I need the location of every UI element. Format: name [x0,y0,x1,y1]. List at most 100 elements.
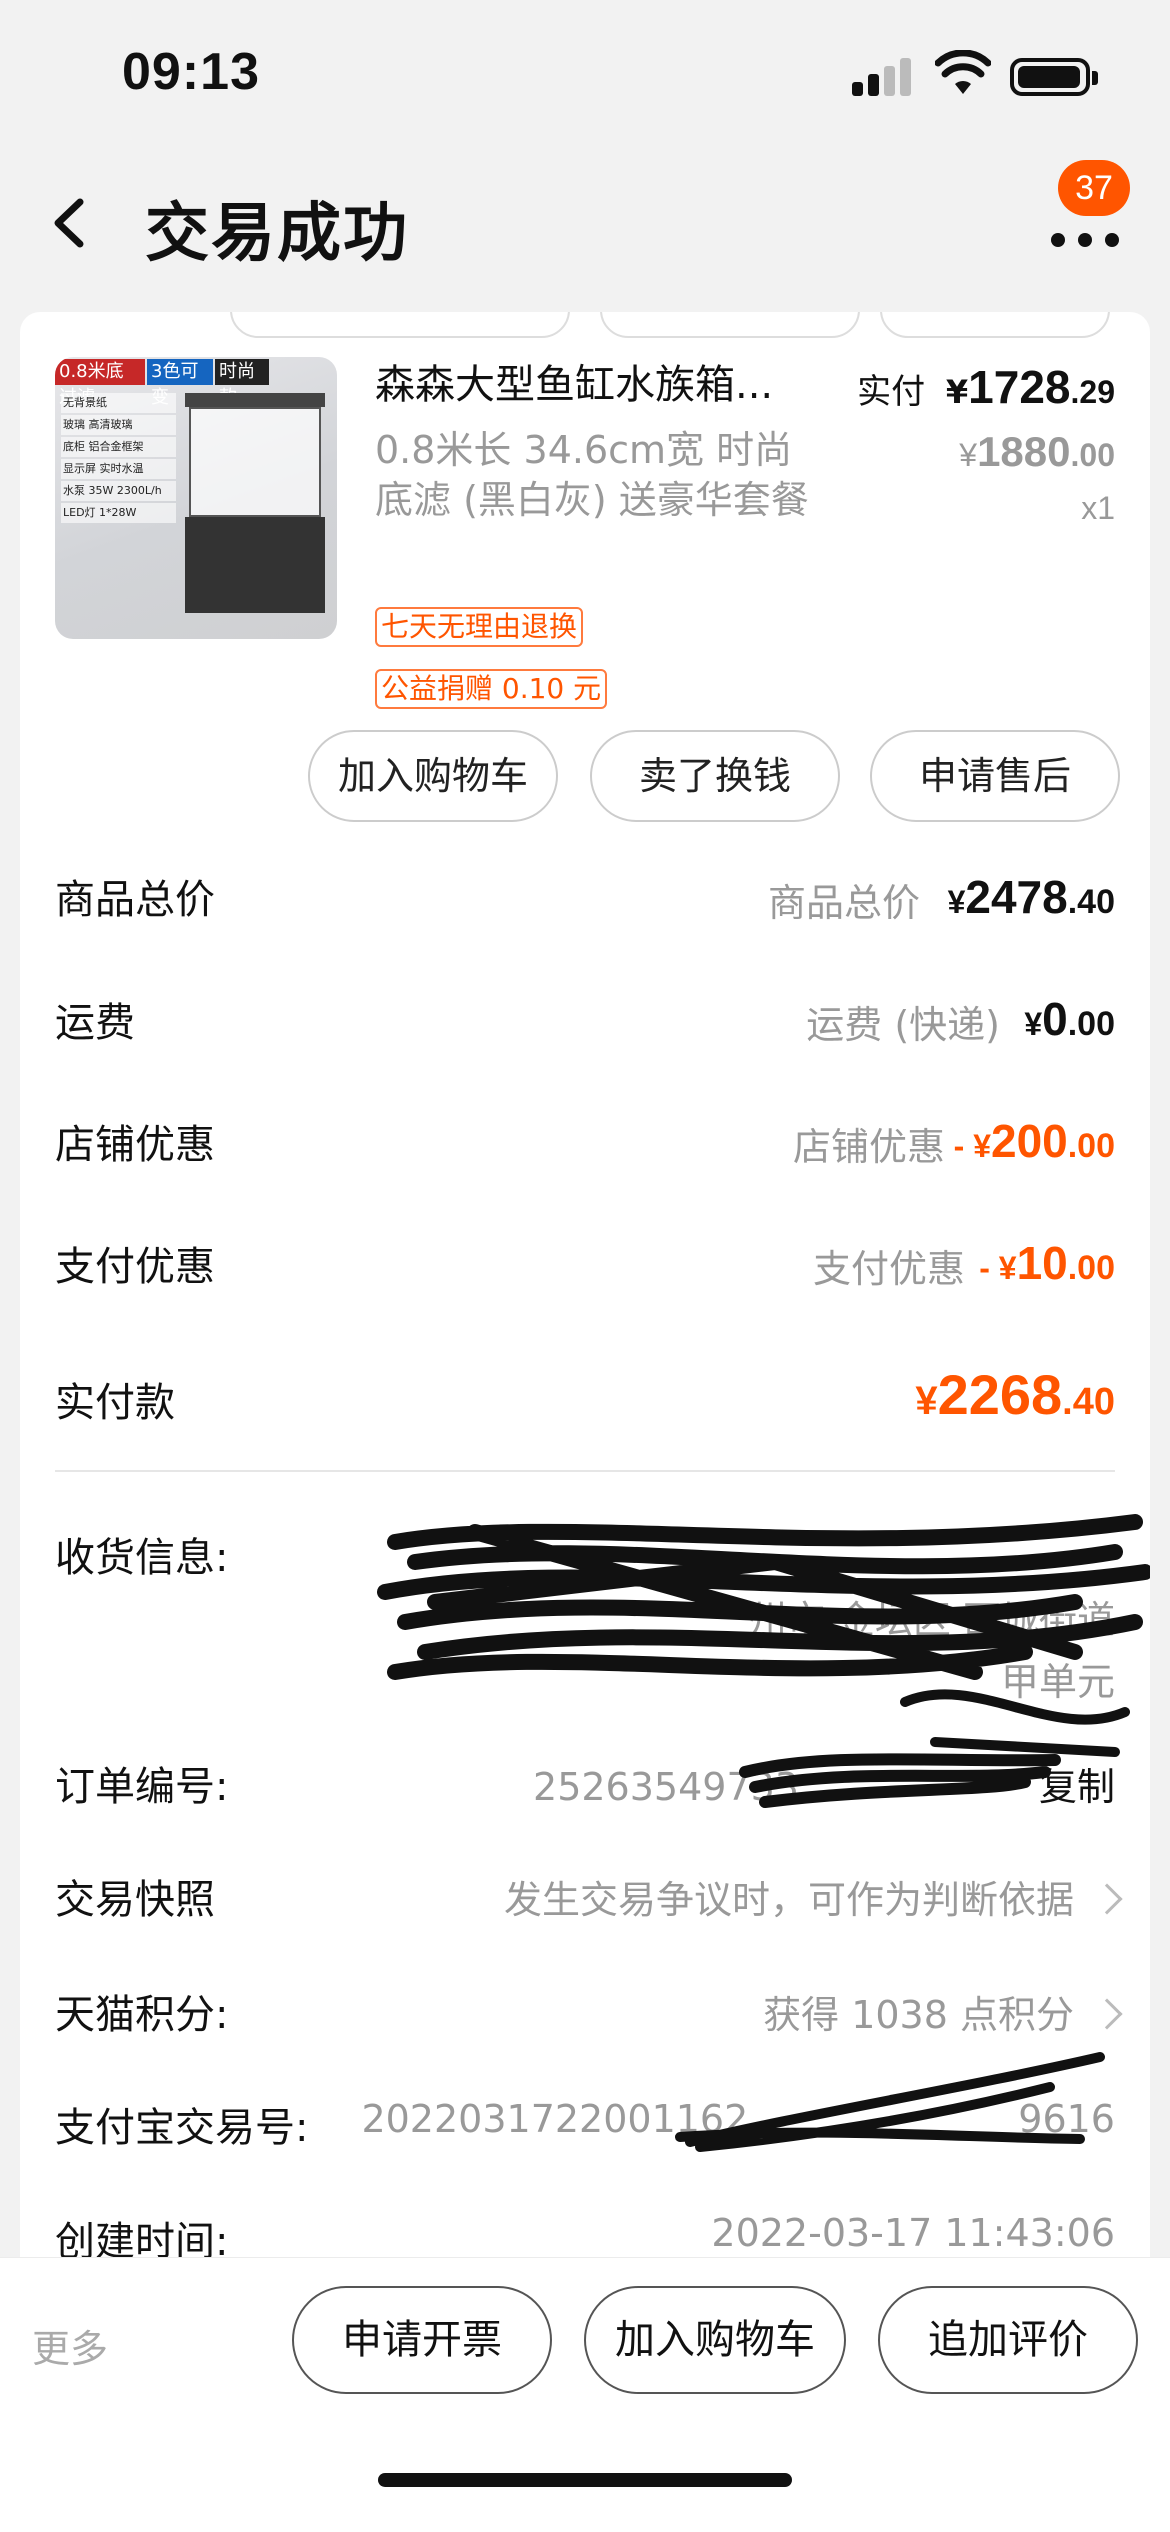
created-time-value: 2022-03-17 11:43:06 [711,2211,1115,2255]
summary-label: 店铺优惠 [55,1122,215,1168]
image-tag: 3色可变 [147,359,213,408]
paid-decimal: .29 [1070,374,1115,410]
divider [55,1470,1115,1472]
add-to-cart-bottom-button[interactable]: 加入购物车 [584,2286,846,2394]
points-text: 获得 1038 点积分 [763,1993,1074,2037]
summary-label: 运费 [55,1000,135,1046]
alipay-number-tail: 9616 [1018,2097,1115,2141]
product-spec: 0.8米长 34.6cm宽 时尚底滤 (黑白灰) 送豪华套餐 [375,428,809,522]
image-spec: 水泵 35W 2300L/h [61,481,176,501]
copy-button[interactable]: 复制 [1039,1765,1115,1809]
order-number: 25263549733 [533,1765,799,1809]
bottom-action-bar: 更多 申请开票 加入购物车 追加评价 [0,2257,1170,2532]
snapshot-text: 发生交易争议时，可作为判断依据 [503,1878,1074,1922]
after-sales-button[interactable]: 申请售后 [870,730,1120,822]
order-detail-card: 0.8米底过滤 3色可变 时尚款 无背景纸 玻璃 高清玻璃 底柜 铝合金框架 显… [20,312,1150,2257]
summary-mid: 支付优惠 [812,1247,965,1291]
snapshot-label: 交易快照 [55,1877,215,1923]
paid-integer: 1728 [968,361,1071,413]
paid-currency: ¥ [945,373,969,411]
amount-prefix: ¥ [947,884,966,920]
amount-decimal: .00 [1067,1127,1115,1165]
return-policy-tag: 七天无理由退换 [375,607,584,647]
amount-decimal: .00 [1067,1005,1115,1043]
snapshot-value[interactable]: 发生交易争议时，可作为判断依据 [504,1869,1130,1924]
points-label: 天猫积分: [55,1992,229,2038]
created-time-label: 创建时间: [55,2219,229,2257]
chevron-right-icon [1091,1997,1123,2030]
product-title[interactable]: 森森大型鱼缸水族箱... [375,357,835,413]
address-value: 州市 金坛区 西城街道 甲单元 [375,1527,1115,1713]
summary-mid: 商品总价 [767,881,920,925]
total-amount: ¥2268.40 [915,1362,1115,1427]
more-link[interactable]: 更多 [32,2318,108,2373]
summary-amount: - ¥10.00 [979,1236,1115,1290]
original-price: ¥1880.00 [959,428,1115,476]
orig-integer: 1880 [977,428,1071,475]
peek-button [600,312,860,338]
summary-label: 支付优惠 [55,1244,215,1290]
more-menu-icon[interactable] [1040,210,1130,270]
amount-integer: 2268 [937,1363,1063,1426]
amount-integer: 0 [1042,993,1068,1045]
order-number-label: 订单编号: [55,1764,229,1810]
sell-for-cash-button[interactable]: 卖了换钱 [590,730,840,822]
image-tag: 0.8米底过滤 [55,359,145,408]
image-tag: 时尚款 [215,359,269,408]
summary-amount: - ¥200.00 [954,1114,1115,1168]
address-line: 甲单元 [1000,1660,1115,1704]
summary-label: 商品总价 [55,877,215,923]
image-spec: 底柜 铝合金框架 [61,437,176,457]
image-spec: 无背景纸 [61,393,176,413]
product-image[interactable]: 0.8米底过滤 3色可变 时尚款 无背景纸 玻璃 高清玻璃 底柜 铝合金框架 显… [55,357,337,639]
orig-decimal: .00 [1070,437,1115,473]
add-review-button[interactable]: 追加评价 [878,2286,1138,2394]
back-arrow-icon[interactable] [40,188,100,258]
cellular-signal-icon [852,58,914,96]
amount-decimal: .00 [1067,1249,1115,1287]
page-title: 交易成功 [145,197,409,271]
amount-prefix: - ¥ [979,1250,1017,1286]
order-number-value: 25263549733 复制 [533,1756,1115,1811]
amount-prefix: ¥ [915,1379,938,1423]
summary-mid: 运费 (快递) [806,1003,1000,1047]
chevron-right-icon [1091,1882,1123,1915]
image-spec: 显示屏 实时水温 [61,459,176,479]
nav-bar: 交易成功 [0,150,1170,310]
image-spec: 玻璃 高清玻璃 [61,415,176,435]
orig-currency: ¥ [959,437,978,473]
summary-amount: ¥2478.40 [948,870,1115,924]
alipay-number: 2022031722001162 [361,2097,749,2141]
message-count-badge: 37 [1058,160,1130,216]
summary-amount: ¥0.00 [1024,992,1115,1046]
paid-price: 实付 ¥1728.29 [857,360,1115,414]
alipay-value: 2022031722001162 9616 [361,2097,1115,2141]
amount-integer: 200 [990,1115,1068,1167]
amount-integer: 2478 [965,871,1068,923]
amount-decimal: .40 [1062,1381,1115,1423]
image-spec-list: 无背景纸 玻璃 高清玻璃 底柜 铝合金框架 显示屏 实时水温 水泵 35W 23… [61,393,176,525]
points-value[interactable]: 获得 1038 点积分 [763,1984,1130,2039]
total-label: 实付款 [55,1380,175,1426]
alipay-label: 支付宝交易号: [55,2105,309,2151]
add-to-cart-button[interactable]: 加入购物车 [308,730,558,822]
peek-button [230,312,570,338]
amount-integer: 10 [1016,1237,1068,1289]
charity-tag: 公益捐赠 0.10 元 [375,669,608,709]
amount-prefix: ¥ [1024,1006,1043,1042]
home-indicator [378,2473,792,2487]
request-invoice-button[interactable]: 申请开票 [292,2286,552,2394]
peek-button [880,312,1110,338]
wifi-icon [935,50,991,94]
amount-prefix: - ¥ [953,1128,991,1164]
address-label: 收货信息: [55,1535,229,1581]
amount-decimal: .40 [1067,883,1115,921]
status-time: 09:13 [122,43,260,101]
summary-mid: 店铺优惠 [792,1125,945,1169]
battery-icon [1010,58,1098,96]
paid-label: 实付 [857,372,926,412]
image-spec: LED灯 1*28W [61,503,176,523]
aquarium-illustration [185,393,325,613]
address-line: 州市 金坛区 西城街道 [748,1598,1115,1642]
status-bar: 09:13 [0,0,1170,150]
